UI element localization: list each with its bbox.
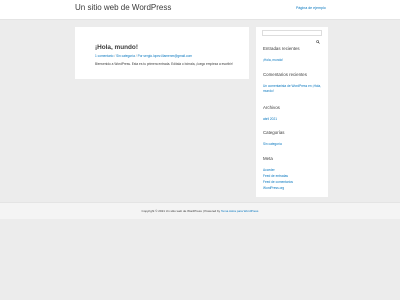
post-meta: 1 comentario / Sin categoría / Por sergi… [95,54,229,58]
meta-link-comments-feed[interactable]: Feed de comentarios [263,180,293,184]
search-icon[interactable] [316,31,320,44]
footer-text: Copyright © 2021 Un sitio web de WordPre… [0,209,400,213]
site-footer: Copyright © 2021 Un sitio web de WordPre… [0,202,400,219]
meta-title: Meta [263,156,273,161]
site-header: Un sitio web de WordPress Página de ejem… [0,0,400,20]
footer-theme-link[interactable]: Tema Astra para WordPress [221,209,258,213]
recent-comment-link-cont[interactable]: mundo! [263,89,274,93]
post-author-link[interactable]: Por sergio.lopez.illamenm@gmail.com [138,54,192,58]
category-link[interactable]: Sin categoría [263,142,282,146]
sidebar: Entradas recientes ¡Hola, mundo! Comenta… [256,27,328,197]
post-comments-link[interactable]: 1 comentario [95,54,113,58]
recent-comment-link[interactable]: Un comentarista de WordPress en ¡Hola, [263,84,321,88]
meta-link-login[interactable]: Acceder [263,168,275,172]
footer-copyright: Copyright © 2021 Un sitio web de WordPre… [141,209,221,213]
search-form [262,30,322,44]
archives-title: Archivos [263,105,280,110]
post-article: ¡Hola, mundo! 1 comentario / Sin categor… [75,27,249,79]
recent-post-link[interactable]: ¡Hola, mundo! [263,58,283,62]
site-title[interactable]: Un sitio web de WordPress [75,3,171,12]
recent-posts-title: Entradas recientes [263,46,300,51]
categories-title: Categorías [263,130,285,135]
meta-link-entries-feed[interactable]: Feed de entradas [263,174,288,178]
post-excerpt: Bienvenido a WordPress. Esta es tu prime… [95,62,233,66]
archive-link[interactable]: abril 2021 [263,117,277,121]
recent-comments-title: Comentarios recientes [263,72,307,77]
nav-link-sample-page[interactable]: Página de ejemplo [296,6,326,10]
search-input[interactable] [263,31,313,35]
post-title[interactable]: ¡Hola, mundo! [95,44,229,51]
meta-link-wordpress-org[interactable]: WordPress.org [263,186,284,190]
post-category-link[interactable]: Sin categoría [116,54,135,58]
